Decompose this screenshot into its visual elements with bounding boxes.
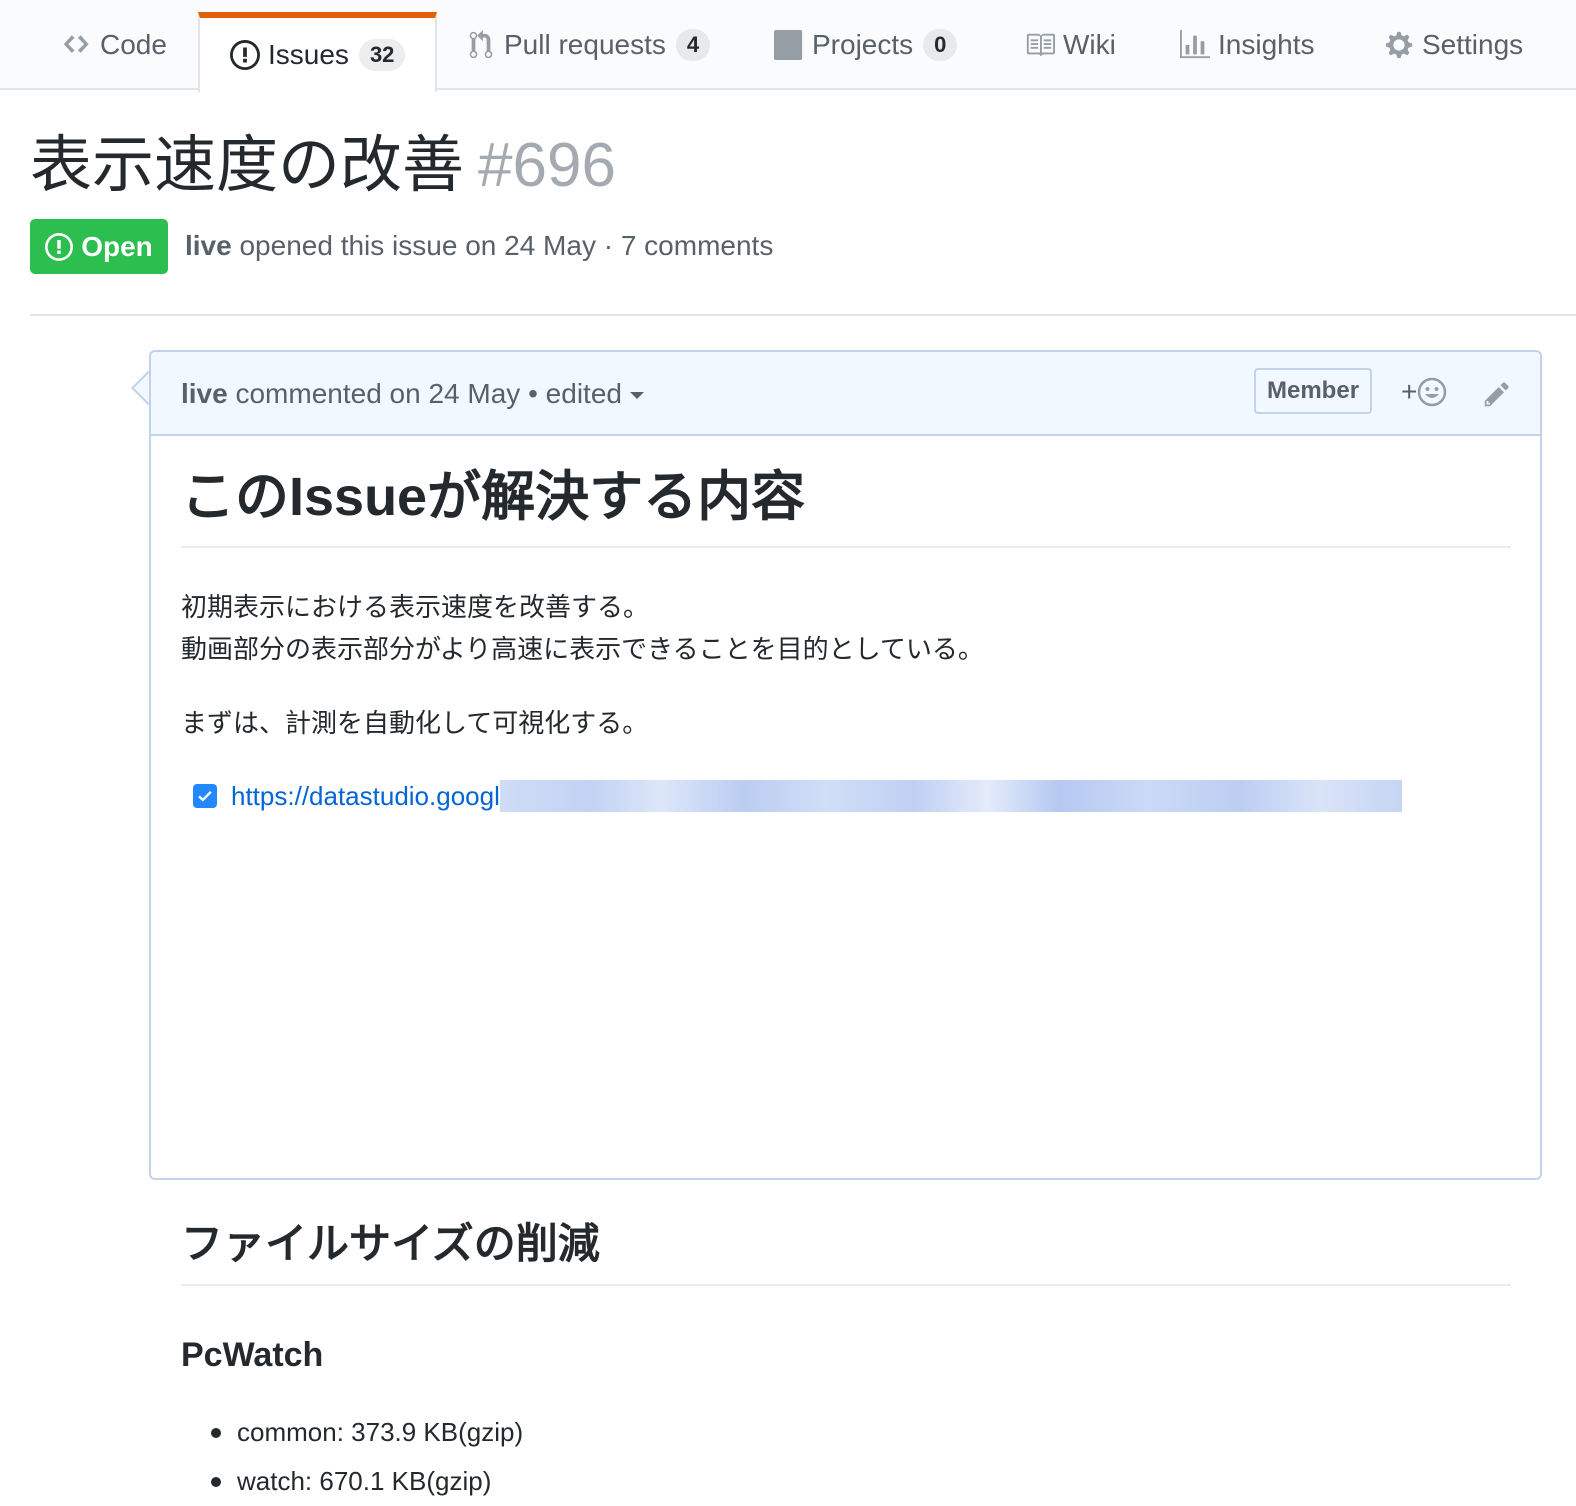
tab-wiki-label: Wiki [1063,29,1116,60]
issue-comment: live commented on 24 May • edited Member… [149,350,1542,1496]
issues-count-badge: 32 [358,39,406,71]
comment-header: live commented on 24 May • edited Member… [151,352,1540,436]
comment-author-link[interactable]: live [181,378,228,409]
body-heading-1: このIssueが解決する内容 [181,466,1511,548]
comment-header-text: live commented on 24 May • edited [181,378,644,410]
body-paragraph-1-line-2: 動画部分の表示部分がより高速に表示できることを目的としている。 [181,634,984,664]
pull-requests-count-badge: 4 [675,29,711,61]
add-reaction-button[interactable]: + [1401,376,1447,408]
projects-count-badge: 0 [923,29,958,61]
tab-pull-requests[interactable]: Pull requests 4 [466,0,711,90]
redacted-url-blur [499,780,1402,812]
code-icon [63,35,89,53]
body-paragraph-1-line-1: 初期表示における表示速度を改善する。 [181,592,650,622]
file-size-list: common: 373.9 KB(gzip) watch: 670.1 KB(g… [181,1408,523,1506]
graph-icon [1180,30,1210,59]
header-divider [30,314,1576,316]
issue-state-label: Open [81,230,153,262]
issue-meta: live opened this issue on 24 May · 7 com… [185,230,773,262]
body-paragraph-2: まずは、計測を自動化して可視化する。 [181,708,649,738]
tab-code-label: Code [100,29,167,60]
issue-title: 表示速度の改善 #696 [30,128,616,204]
issue-state-badge: Open [30,219,168,274]
repo-tab-nav: Code Issues 32 Pull requests 4 Projects … [0,0,1576,92]
project-icon [774,30,803,60]
edited-label: edited [545,378,622,409]
task-list-item: https://datastudio.googl [193,780,1402,812]
tab-issues-label: Issues [268,39,349,70]
body-heading-3: PcWatch [181,1336,324,1374]
list-item: common: 373.9 KB(gzip) [181,1408,523,1457]
tab-issues[interactable]: Issues 32 [198,12,438,92]
issue-author-link[interactable]: live [185,230,232,261]
task-checkbox[interactable] [193,784,217,808]
issue-title-text: 表示速度の改善 [30,131,465,200]
tab-pull-requests-label: Pull requests [504,29,666,60]
comment-timestamp[interactable]: commented on 24 May [235,378,520,409]
edited-dropdown[interactable]: edited [546,378,644,409]
issue-opened-icon [230,40,260,70]
check-icon [198,790,212,802]
book-icon [1026,33,1055,57]
reaction-plus: + [1401,376,1418,407]
gear-icon [1385,31,1413,59]
issue-number: #696 [478,131,616,200]
tab-projects[interactable]: Projects 0 [774,0,958,90]
smiley-icon [1418,377,1447,407]
comment-separator: • [528,378,538,409]
tab-insights-label: Insights [1218,29,1315,60]
tab-code[interactable]: Code [62,0,167,90]
tab-wiki[interactable]: Wiki [1025,0,1116,90]
pencil-icon [1484,382,1509,407]
chevron-down-icon [629,392,644,400]
issue-meta-text: opened this issue on 24 May · 7 comments [239,230,774,261]
git-pull-request-icon [469,30,493,59]
datastudio-link[interactable]: https://datastudio.googl [231,781,500,812]
issue-opened-icon [45,232,74,261]
edit-comment-button[interactable] [1483,380,1511,413]
tab-settings[interactable]: Settings [1384,0,1523,90]
tab-projects-label: Projects [812,29,914,60]
body-heading-2: ファイルサイズの削減 [181,1218,1511,1286]
tab-insights[interactable]: Insights [1180,0,1315,90]
list-item: watch: 670.1 KB(gzip) [181,1457,523,1506]
tab-settings-label: Settings [1422,29,1524,60]
member-badge: Member [1254,368,1373,414]
